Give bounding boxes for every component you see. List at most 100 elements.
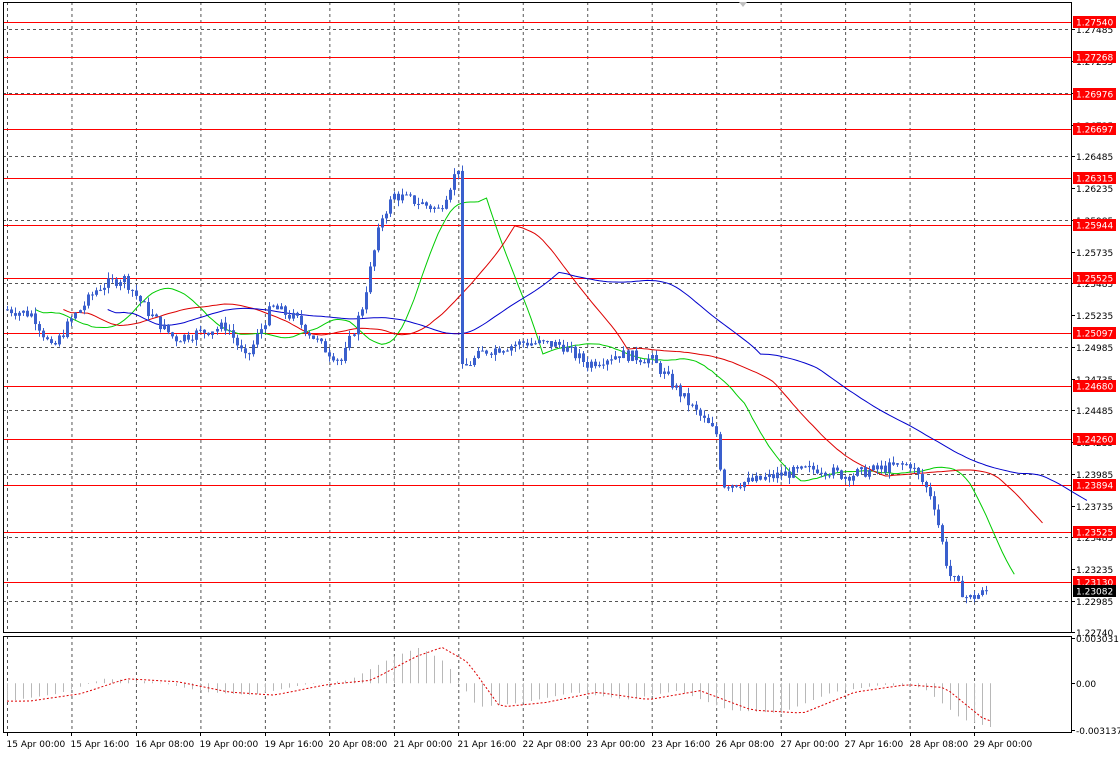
- candle-body: [643, 362, 646, 364]
- candle-body: [610, 359, 613, 361]
- candle-body: [22, 310, 25, 313]
- candle-body: [808, 465, 811, 468]
- candle-body: [151, 314, 154, 317]
- level-label: 1.26697: [1076, 126, 1113, 136]
- time-axis-label: 21 Apr 16:00: [458, 740, 517, 750]
- candle-body: [340, 359, 343, 361]
- candle-body: [884, 465, 887, 473]
- candle-body: [663, 371, 666, 374]
- candle-body: [631, 350, 634, 361]
- candle-body: [66, 321, 69, 338]
- candle-body: [272, 305, 275, 307]
- candle-body: [913, 467, 916, 469]
- candle-body: [800, 466, 803, 469]
- candle-body: [534, 343, 537, 345]
- candle-body: [433, 207, 436, 209]
- candle-body: [598, 364, 601, 367]
- candle-body: [687, 393, 690, 406]
- candle-body: [199, 329, 202, 331]
- candle-body: [485, 350, 488, 354]
- candle-body: [10, 309, 13, 314]
- candle-body: [622, 350, 625, 359]
- level-label: 1.24680: [1076, 383, 1113, 393]
- candle-body: [679, 385, 682, 397]
- candle-body: [953, 576, 956, 578]
- candle-body: [99, 289, 102, 291]
- candle-body: [312, 335, 315, 339]
- candle-body: [167, 324, 170, 333]
- candle-body: [961, 580, 964, 598]
- candle-body: [240, 345, 243, 349]
- candle-body: [308, 333, 311, 336]
- candle-body: [357, 315, 360, 335]
- time-axis-label: 15 Apr 00:00: [7, 740, 66, 750]
- candle-body: [578, 353, 581, 359]
- candle-body: [518, 341, 521, 345]
- candle-body: [123, 276, 126, 283]
- candle-body: [614, 356, 617, 360]
- candle-body: [707, 417, 710, 423]
- candle-body: [232, 330, 235, 338]
- candle-body: [236, 337, 239, 346]
- candle-body: [892, 462, 895, 465]
- candle-body: [284, 306, 287, 315]
- price-axis-label: 1.23235: [1076, 566, 1113, 576]
- candle-body: [896, 463, 899, 465]
- candle-body: [244, 348, 247, 354]
- time-axis-label: 26 Apr 08:00: [716, 740, 775, 750]
- candle-body: [566, 346, 569, 352]
- candle-body: [26, 310, 29, 317]
- candle-body: [828, 475, 831, 477]
- time-axis-label: 15 Apr 16:00: [71, 740, 130, 750]
- candle-body: [699, 409, 702, 416]
- candle-body: [111, 278, 114, 280]
- time-axis-label: 27 Apr 16:00: [845, 740, 904, 750]
- current-price-label: 1.23082: [1076, 588, 1113, 598]
- candle-body: [95, 290, 98, 295]
- candle-body: [558, 341, 561, 345]
- candle-body: [361, 309, 364, 316]
- candle-body: [719, 434, 722, 470]
- candle-body: [18, 312, 21, 316]
- candle-body: [70, 318, 73, 322]
- candle-body: [937, 509, 940, 526]
- candle-body: [441, 208, 444, 210]
- candle-body: [457, 170, 460, 175]
- candle-body: [453, 174, 456, 190]
- candle-body: [602, 364, 605, 366]
- candle-body: [183, 334, 186, 342]
- candle-body: [969, 595, 972, 598]
- candle-body: [397, 193, 400, 201]
- candle-body: [207, 332, 210, 336]
- candle-body: [715, 426, 718, 435]
- candle-body: [296, 312, 299, 316]
- candle-body: [735, 485, 738, 487]
- candle-body: [473, 357, 476, 366]
- level-label: 1.25944: [1076, 222, 1113, 232]
- candle-body: [792, 466, 795, 478]
- candle-body: [353, 334, 356, 336]
- candle-body: [691, 404, 694, 406]
- candle-body: [667, 371, 670, 374]
- candle-body: [481, 350, 484, 352]
- time-axis-label: 29 Apr 00:00: [974, 740, 1033, 750]
- candle-body: [445, 199, 448, 209]
- candle-body: [34, 313, 37, 325]
- candle-body: [739, 486, 742, 488]
- candle-body: [606, 360, 609, 365]
- candle-body: [365, 292, 368, 310]
- level-label: 1.27540: [1076, 19, 1113, 29]
- time-axis-label: 27 Apr 00:00: [781, 740, 840, 750]
- candle-body: [909, 464, 912, 469]
- candle-body: [594, 361, 597, 367]
- candle-body: [143, 301, 146, 303]
- candle-body: [79, 310, 82, 313]
- candle-body: [421, 202, 424, 204]
- oscillator-axis-label: 0.00: [1076, 680, 1096, 690]
- candle-body: [711, 422, 714, 427]
- candle-body: [127, 276, 130, 290]
- candle-body: [107, 278, 110, 288]
- candle-body: [780, 472, 783, 476]
- candle-body: [264, 325, 267, 330]
- candle-body: [772, 474, 775, 479]
